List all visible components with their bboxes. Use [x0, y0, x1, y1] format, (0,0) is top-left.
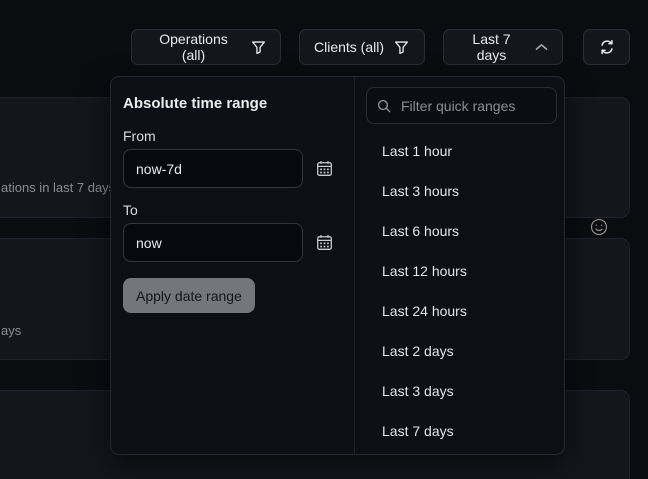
- smiley-face-icon: [590, 218, 608, 236]
- quick-range-option-last-6-hours[interactable]: Last 6 hours: [355, 211, 566, 251]
- to-label: To: [123, 202, 138, 218]
- to-input[interactable]: [123, 223, 303, 262]
- clients-filter-button[interactable]: Clients (all): [299, 29, 425, 65]
- quick-ranges-search-input[interactable]: [399, 97, 546, 115]
- refresh-icon: [599, 39, 615, 55]
- filter-icon: [251, 40, 266, 55]
- quick-range-option-last-24-hours[interactable]: Last 24 hours: [355, 291, 566, 331]
- calendar-icon: [316, 160, 333, 177]
- time-range-picker-panel: Absolute time range From: [110, 76, 565, 455]
- calendar-icon: [316, 234, 333, 251]
- from-label: From: [123, 128, 156, 144]
- quick-range-option-last-12-hours[interactable]: Last 12 hours: [355, 251, 566, 291]
- operations-filter-button[interactable]: Operations (all): [131, 29, 281, 65]
- operations-filter-label: Operations (all): [146, 31, 241, 63]
- quick-range-option-last-3-days[interactable]: Last 3 days: [355, 371, 566, 411]
- card2-partial-text: ays: [1, 323, 21, 338]
- time-range-button[interactable]: Last 7 days: [443, 29, 563, 65]
- search-icon: [377, 99, 391, 113]
- absolute-time-range-heading: Absolute time range: [123, 95, 267, 112]
- from-calendar-button[interactable]: [316, 160, 333, 177]
- app-root: ations in last 7 days ays Operations (al…: [0, 0, 648, 479]
- to-calendar-button[interactable]: [316, 234, 333, 251]
- quick-range-option-last-1-hour[interactable]: Last 1 hour: [355, 131, 566, 171]
- quick-range-option-last-7-days[interactable]: Last 7 days: [355, 411, 566, 451]
- clients-filter-label: Clients (all): [314, 39, 384, 55]
- quick-ranges-section: Last 1 hour Last 3 hours Last 6 hours La…: [355, 77, 566, 454]
- quick-range-option-last-3-hours[interactable]: Last 3 hours: [355, 171, 566, 211]
- quick-range-option-last-2-days[interactable]: Last 2 days: [355, 331, 566, 371]
- apply-date-range-button[interactable]: Apply date range: [123, 278, 255, 313]
- time-range-label: Last 7 days: [458, 31, 525, 63]
- absolute-time-range-section: Absolute time range From: [111, 77, 354, 454]
- from-input[interactable]: [123, 149, 303, 188]
- refresh-button[interactable]: [583, 29, 630, 65]
- quick-ranges-list: Last 1 hour Last 3 hours Last 6 hours La…: [355, 131, 566, 451]
- quick-ranges-search: [366, 87, 557, 124]
- card1-partial-text: ations in last 7 days: [1, 180, 115, 195]
- filter-icon: [394, 40, 409, 55]
- chevron-up-icon: [535, 43, 548, 51]
